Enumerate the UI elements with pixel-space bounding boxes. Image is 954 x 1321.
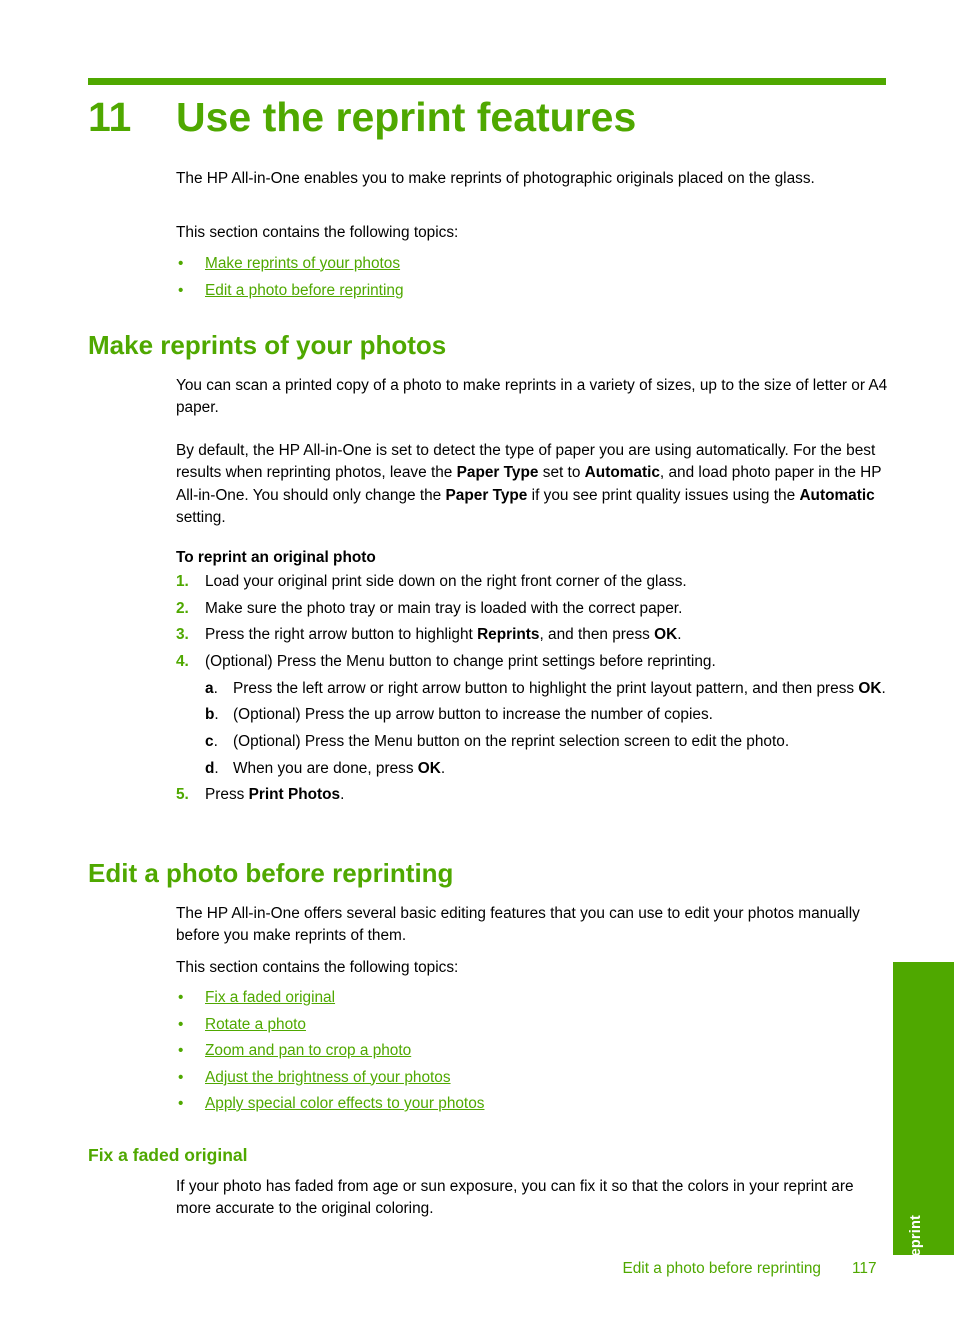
- list-item[interactable]: • Apply special color effects to your ph…: [176, 1091, 888, 1118]
- procedure-step: 5. Press Print Photos.: [176, 784, 888, 806]
- bullet-icon: •: [178, 281, 184, 299]
- topic-link-special-color-effects[interactable]: Apply special color effects to your phot…: [205, 1095, 484, 1112]
- step-marker: 3.: [176, 626, 189, 644]
- list-item[interactable]: • Fix a faded original: [176, 985, 888, 1012]
- substep-marker: c.: [205, 732, 218, 750]
- procedure-substep: d. When you are done, press OK.: [205, 758, 888, 780]
- intro-topics-lead: This section contains the following topi…: [176, 224, 459, 241]
- topic-link-zoom-and-pan[interactable]: Zoom and pan to crop a photo: [205, 1042, 411, 1059]
- step-text: Press the right arrow button to highligh…: [205, 626, 682, 644]
- substep-text: (Optional) Press the Menu button on the …: [233, 732, 790, 750]
- list-item[interactable]: • Edit a photo before reprinting: [176, 278, 888, 305]
- fix-faded-original-paragraph-block: If your photo has faded from age or sun …: [176, 1176, 888, 1221]
- section-heading-edit-photo: Edit a photo before reprinting: [88, 858, 454, 888]
- bullet-icon: •: [178, 1095, 184, 1112]
- intro-paragraph-block: The HP All-in-One enables you to make re…: [176, 168, 888, 190]
- edit-photo-topic-list: • Fix a faded original • Rotate a photo …: [176, 985, 888, 1118]
- edit-photo-paragraph-block: The HP All-in-One offers several basic e…: [176, 903, 888, 948]
- bullet-icon: •: [178, 1068, 184, 1086]
- make-reprints-paragraph-1: You can scan a printed copy of a photo t…: [176, 377, 888, 417]
- substep-text: When you are done, press OK.: [233, 759, 446, 777]
- fix-faded-original-paragraph: If your photo has faded from age or sun …: [176, 1178, 854, 1218]
- step-text: Make sure the photo tray or main tray is…: [205, 599, 683, 617]
- topic-link-rotate-a-photo[interactable]: Rotate a photo: [205, 1016, 306, 1033]
- manual-page: 11 Use the reprint features The HP All-in…: [0, 0, 954, 1321]
- step-marker: 5.: [176, 786, 189, 804]
- make-reprints-paragraph-2: By default, the HP All-in-One is set to …: [176, 442, 882, 527]
- subsection-heading-fix-faded-original: Fix a faded original: [88, 1145, 248, 1165]
- topic-link-adjust-brightness[interactable]: Adjust the brightness of your photos: [205, 1069, 451, 1086]
- procedure-substep-list: a. Press the left arrow or right arrow bu…: [205, 678, 888, 781]
- substep-marker: a.: [205, 679, 218, 697]
- topic-link-make-reprints[interactable]: Make reprints of your photos: [205, 255, 400, 272]
- procedure-step: 2. Make sure the photo tray or main tray …: [176, 598, 888, 620]
- footer-section-name: Edit a photo before reprinting: [622, 1260, 821, 1277]
- edit-photo-topics-lead-block: This section contains the following topi…: [176, 957, 888, 979]
- substep-text: (Optional) Press the up arrow button to …: [233, 706, 713, 724]
- substep-marker: d.: [205, 759, 219, 777]
- edit-photo-topics-lead: This section contains the following topi…: [176, 959, 459, 976]
- intro-paragraph: The HP All-in-One enables you to make re…: [176, 170, 815, 187]
- substep-text: Press the left arrow or right arrow butt…: [233, 679, 886, 697]
- side-tab-label: Reprint: [907, 1214, 924, 1268]
- topic-link-fix-faded-original[interactable]: Fix a faded original: [205, 989, 335, 1006]
- step-text: Load your original print side down on th…: [205, 573, 687, 590]
- procedure-substep: a. Press the left arrow or right arrow bu…: [205, 678, 888, 700]
- procedure-step: 1. Load your original print side down on …: [176, 571, 888, 593]
- chapter-divider-rule: [88, 78, 886, 85]
- procedure-step: 3. Press the right arrow button to highli…: [176, 624, 888, 646]
- list-item[interactable]: • Zoom and pan to crop a photo: [176, 1038, 888, 1065]
- footer-page-number: 117: [852, 1260, 877, 1277]
- intro-topics-lead-block: This section contains the following topi…: [176, 222, 888, 244]
- procedure-substep: b. (Optional) Press the up arrow button t…: [205, 704, 888, 726]
- step-marker: 4.: [176, 653, 189, 671]
- page-title: 11 Use the reprint features: [88, 92, 888, 150]
- intro-topic-list: • Make reprints of your photos • Edit a …: [176, 251, 888, 304]
- step-text: (Optional) Press the Menu button to chan…: [205, 653, 716, 671]
- step-text: Press Print Photos.: [205, 786, 345, 804]
- section-heading-make-reprints: Make reprints of your photos: [88, 330, 447, 360]
- chapter-title: Use the reprint features: [176, 94, 637, 140]
- bullet-icon: •: [178, 1015, 184, 1033]
- list-item[interactable]: • Make reprints of your photos: [176, 251, 888, 278]
- topic-link-edit-photo[interactable]: Edit a photo before reprinting: [205, 282, 404, 299]
- page-footer: Edit a photo before reprinting 117: [0, 1258, 886, 1280]
- step-marker: 2.: [176, 599, 189, 617]
- bullet-icon: •: [178, 989, 184, 1006]
- step-marker: 1.: [176, 573, 189, 590]
- make-reprints-paragraph-1-block: You can scan a printed copy of a photo t…: [176, 375, 888, 420]
- make-reprints-paragraph-2-block: By default, the HP All-in-One is set to …: [176, 440, 888, 530]
- bullet-icon: •: [178, 255, 184, 272]
- edit-photo-paragraph: The HP All-in-One offers several basic e…: [176, 905, 860, 945]
- list-item[interactable]: • Rotate a photo: [176, 1012, 888, 1039]
- procedure-step-list: 1. Load your original print side down on …: [176, 571, 888, 811]
- procedure-title: To reprint an original photo: [176, 549, 376, 566]
- bullet-icon: •: [178, 1042, 184, 1059]
- procedure-substep: c. (Optional) Press the Menu button on th…: [205, 731, 888, 753]
- procedure-step: 4. (Optional) Press the Menu button to ch…: [176, 651, 888, 780]
- list-item[interactable]: • Adjust the brightness of your photos: [176, 1065, 888, 1092]
- side-tab-reprint: Reprint: [893, 962, 954, 1267]
- chapter-number: 11: [88, 94, 132, 140]
- substep-marker: b.: [205, 706, 219, 724]
